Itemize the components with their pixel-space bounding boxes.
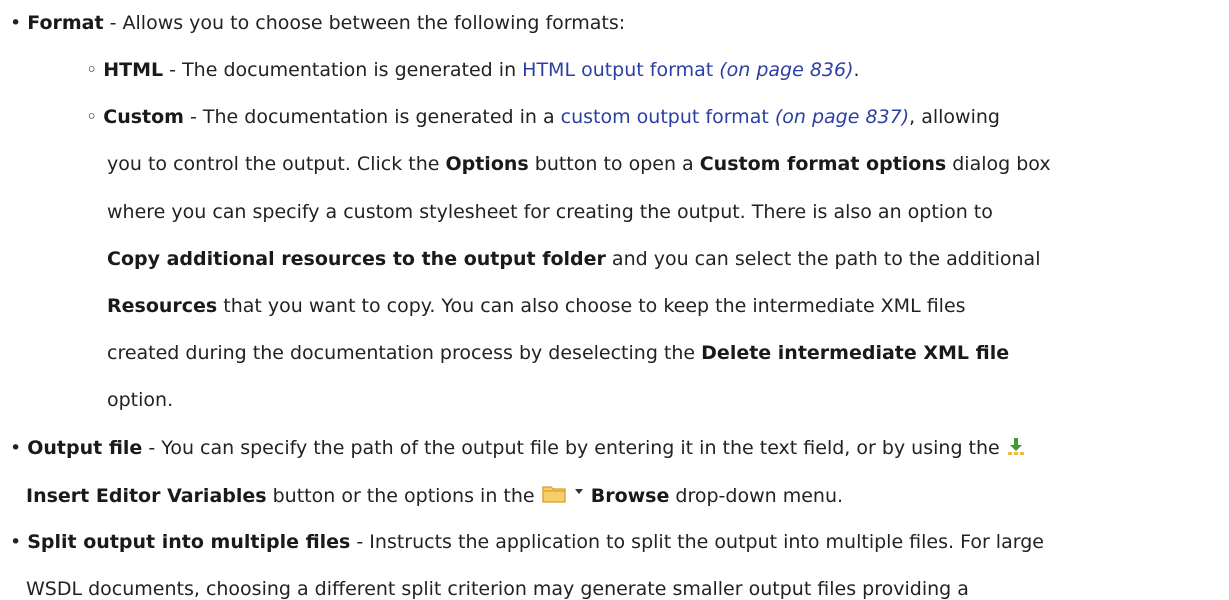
browse-term: Browse [590,485,670,507]
custom-l5: that you want to copy. You can also choo… [217,295,966,317]
sub-bullet: ◦ [86,59,104,81]
sub-bullet: ◦ [86,106,104,128]
dropdown-arrow-icon [573,484,585,509]
copy-resources-term: Copy additional resources to the output … [107,248,606,270]
split-desc: - Instructs the application to split the… [350,531,1044,553]
custom-l4: and you can select the path to the addit… [605,248,1041,270]
bullet: • [10,437,28,459]
split-output-term: Split output into multiple files [27,531,351,553]
custom-option-line-5: Resources that you want to copy. You can… [107,295,966,317]
delete-xml-term: Delete intermediate XML file [701,342,1010,364]
custom-l2b: button to open a [528,153,700,175]
custom-option-line-7: option. [107,389,173,411]
output-file-item: • Output file - You can specify the path… [10,436,1026,461]
format-term: Format [27,12,104,34]
folder-icon [541,484,567,509]
format-desc: - Allows you to choose between the follo… [103,12,626,34]
html-end: . [853,59,860,81]
custom-tail: , allowing [909,106,1000,128]
html-desc: - The documentation is generated in [163,59,523,81]
custom-l3: where you can specify a custom styleshee… [107,201,993,223]
split-l2: WSDL documents, choosing a different spl… [26,578,969,600]
custom-option-line-3: where you can specify a custom styleshee… [107,201,993,223]
resources-term: Resources [107,295,218,317]
custom-term: Custom [103,106,184,128]
split-output-item: • Split output into multiple files - Ins… [10,531,1044,553]
bullet: • [10,531,28,553]
html-option: ◦ HTML - The documentation is generated … [86,59,860,81]
custom-l2c: dialog box [946,153,1051,175]
custom-l6: created during the documentation process… [107,342,702,364]
insert-editor-variables-term: Insert Editor Variables [26,485,267,507]
custom-l2: you to control the output. Click the [107,153,446,175]
options-button-term: Options [445,153,529,175]
bullet: • [10,12,28,34]
custom-page-ref[interactable]: (on page 837) [775,106,909,128]
html-term: HTML [103,59,164,81]
format-item: • Format - Allows you to choose between … [10,12,625,34]
custom-l7: option. [107,389,174,411]
custom-format-options-term: Custom format options [699,153,947,175]
insert-editor-variables-icon [1006,436,1026,461]
html-page-ref[interactable]: (on page 836) [719,59,853,81]
split-output-line-2: WSDL documents, choosing a different spl… [26,578,969,600]
custom-option-line-2: you to control the output. Click the Opt… [107,153,1051,175]
output-l2: button or the options in the [266,485,541,507]
custom-option-line-4: Copy additional resources to the output … [107,248,1040,270]
output-file-term: Output file [27,437,143,459]
output-desc: - You can specify the path of the output… [142,437,1006,459]
custom-option-line-1: ◦ Custom - The documentation is generate… [86,106,1000,128]
custom-desc: - The documentation is generated in a [183,106,561,128]
output-l2b: drop-down menu. [669,485,844,507]
custom-option-line-6: created during the documentation process… [107,342,1009,364]
html-output-format-link[interactable]: HTML output format [522,59,713,81]
custom-output-format-link[interactable]: custom output format [561,106,769,128]
output-file-line-2: Insert Editor Variables button or the op… [26,484,843,509]
